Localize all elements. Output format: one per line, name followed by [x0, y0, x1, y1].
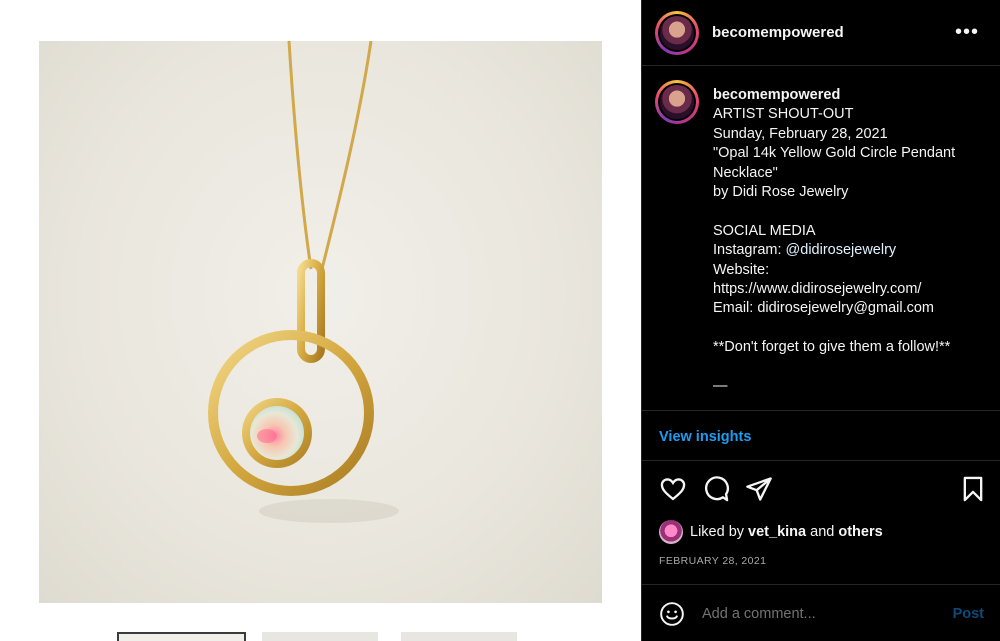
liker-username[interactable]: vet_kina [748, 524, 806, 540]
likes-others-link[interactable]: others [838, 524, 882, 540]
post-date: FEBRUARY 28, 2021 [659, 555, 767, 567]
pendant-necklace-image [208, 41, 399, 523]
caption-mention-link[interactable]: @didirosejewelry [786, 242, 897, 258]
likes-summary[interactable]: Liked by vet_kina and others [659, 519, 883, 545]
bookmark-icon[interactable] [959, 475, 987, 503]
post-comment-button[interactable]: Post [953, 606, 984, 622]
more-horizontal-icon[interactable]: ••• [955, 22, 979, 42]
carousel-thumbnail-active[interactable] [117, 632, 246, 641]
media-area [0, 0, 641, 641]
likes-prefix: Liked by [690, 524, 745, 540]
caption-username[interactable]: becomempowered [713, 87, 840, 103]
post-image[interactable] [39, 41, 602, 603]
emoji-icon[interactable] [659, 601, 685, 627]
comment-icon[interactable] [702, 475, 730, 503]
heart-icon[interactable] [659, 475, 687, 503]
caption-avatar[interactable] [655, 80, 699, 124]
carousel-thumbnails [0, 630, 641, 641]
caption-text: becomempowered ARTIST SHOUT-OUT Sunday, … [713, 86, 993, 397]
comment-input[interactable] [702, 604, 942, 624]
carousel-thumbnail[interactable] [262, 632, 378, 641]
caption-section: becomempowered ARTIST SHOUT-OUT Sunday, … [642, 66, 1000, 411]
caption-body: ARTIST SHOUT-OUT Sunday, February 28, 20… [713, 106, 956, 259]
view-insights-link[interactable]: View insights [659, 429, 751, 445]
caption-body-rest: Website: https://www.didirosejewelry.com… [713, 261, 951, 395]
avatar[interactable] [655, 11, 699, 55]
liker-avatar [659, 520, 683, 544]
share-icon[interactable] [745, 475, 773, 503]
post-username[interactable]: becomempowered [712, 24, 844, 41]
actions-section: Liked by vet_kina and others FEBRUARY 28… [642, 461, 1000, 585]
carousel-thumbnail[interactable] [401, 632, 517, 641]
post-header: becomempowered ••• [642, 0, 1000, 66]
comment-bar: Post [642, 585, 1000, 641]
likes-middle: and [810, 524, 835, 540]
post-side-panel: becomempowered ••• becomempowered ARTIST… [641, 0, 1000, 641]
insights-section: View insights [642, 411, 1000, 461]
